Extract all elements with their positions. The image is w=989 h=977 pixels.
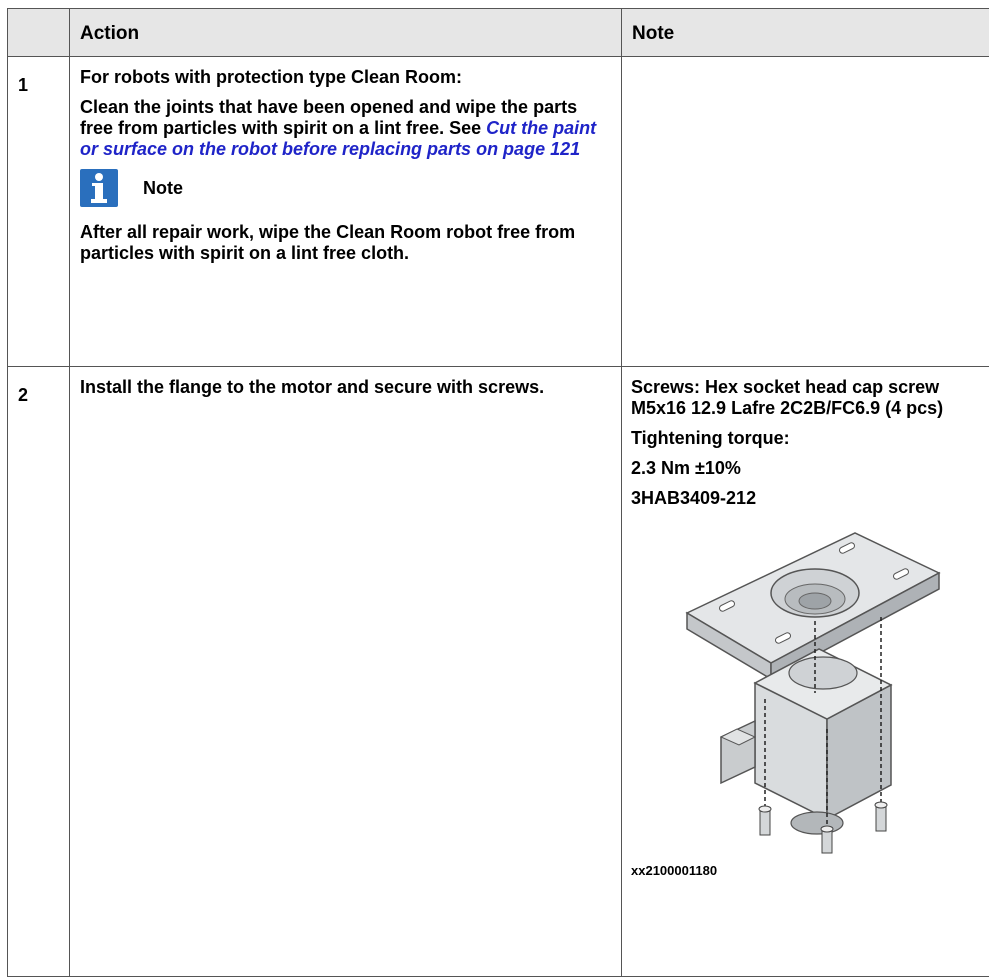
table-header-row: Action Note bbox=[7, 8, 989, 57]
table-row: 1 For robots with protection type Clean … bbox=[7, 56, 989, 367]
header-note-label: Note bbox=[632, 23, 675, 44]
step-number-cell: 2 bbox=[7, 366, 70, 977]
note-cell: Screws: Hex socket head cap screw M5x16 … bbox=[621, 366, 989, 977]
header-number-label bbox=[8, 9, 69, 23]
table-row: 2 Install the flange to the motor and se… bbox=[7, 366, 989, 977]
note-cell bbox=[621, 56, 989, 367]
procedure-page: Action Note 1 For robots with protection… bbox=[0, 0, 989, 977]
action-cell: For robots with protection type Clean Ro… bbox=[69, 56, 622, 367]
figure-caption: xx2100001180 bbox=[631, 863, 718, 878]
header-number-cell bbox=[7, 8, 70, 57]
flange-motor-illustration bbox=[667, 523, 981, 860]
torque-value: 2.3 Nm ±10% bbox=[631, 458, 741, 478]
action-cell: Install the flange to the motor and secu… bbox=[69, 366, 622, 977]
header-action-cell: Action bbox=[69, 8, 622, 57]
header-action-label: Action bbox=[80, 23, 140, 44]
action-text: For robots with protection type Clean Ro… bbox=[80, 67, 462, 87]
info-icon bbox=[80, 169, 118, 207]
header-note-cell: Note bbox=[621, 8, 989, 57]
screw-spec: Screws: Hex socket head cap screw M5x16 … bbox=[631, 377, 944, 418]
action-text: Install the flange to the motor and secu… bbox=[80, 377, 545, 397]
step-number: 1 bbox=[18, 75, 29, 95]
step-number: 2 bbox=[18, 385, 29, 405]
step-number-cell: 1 bbox=[7, 56, 70, 367]
note-callout: Note bbox=[80, 166, 613, 210]
note-label: Note bbox=[143, 177, 183, 198]
torque-label: Tightening torque: bbox=[631, 428, 790, 448]
part-number: 3HAB3409-212 bbox=[631, 488, 757, 508]
note-text: After all repair work, wipe the Clean Ro… bbox=[80, 222, 576, 263]
procedure-table: Action Note 1 For robots with protection… bbox=[7, 8, 989, 977]
